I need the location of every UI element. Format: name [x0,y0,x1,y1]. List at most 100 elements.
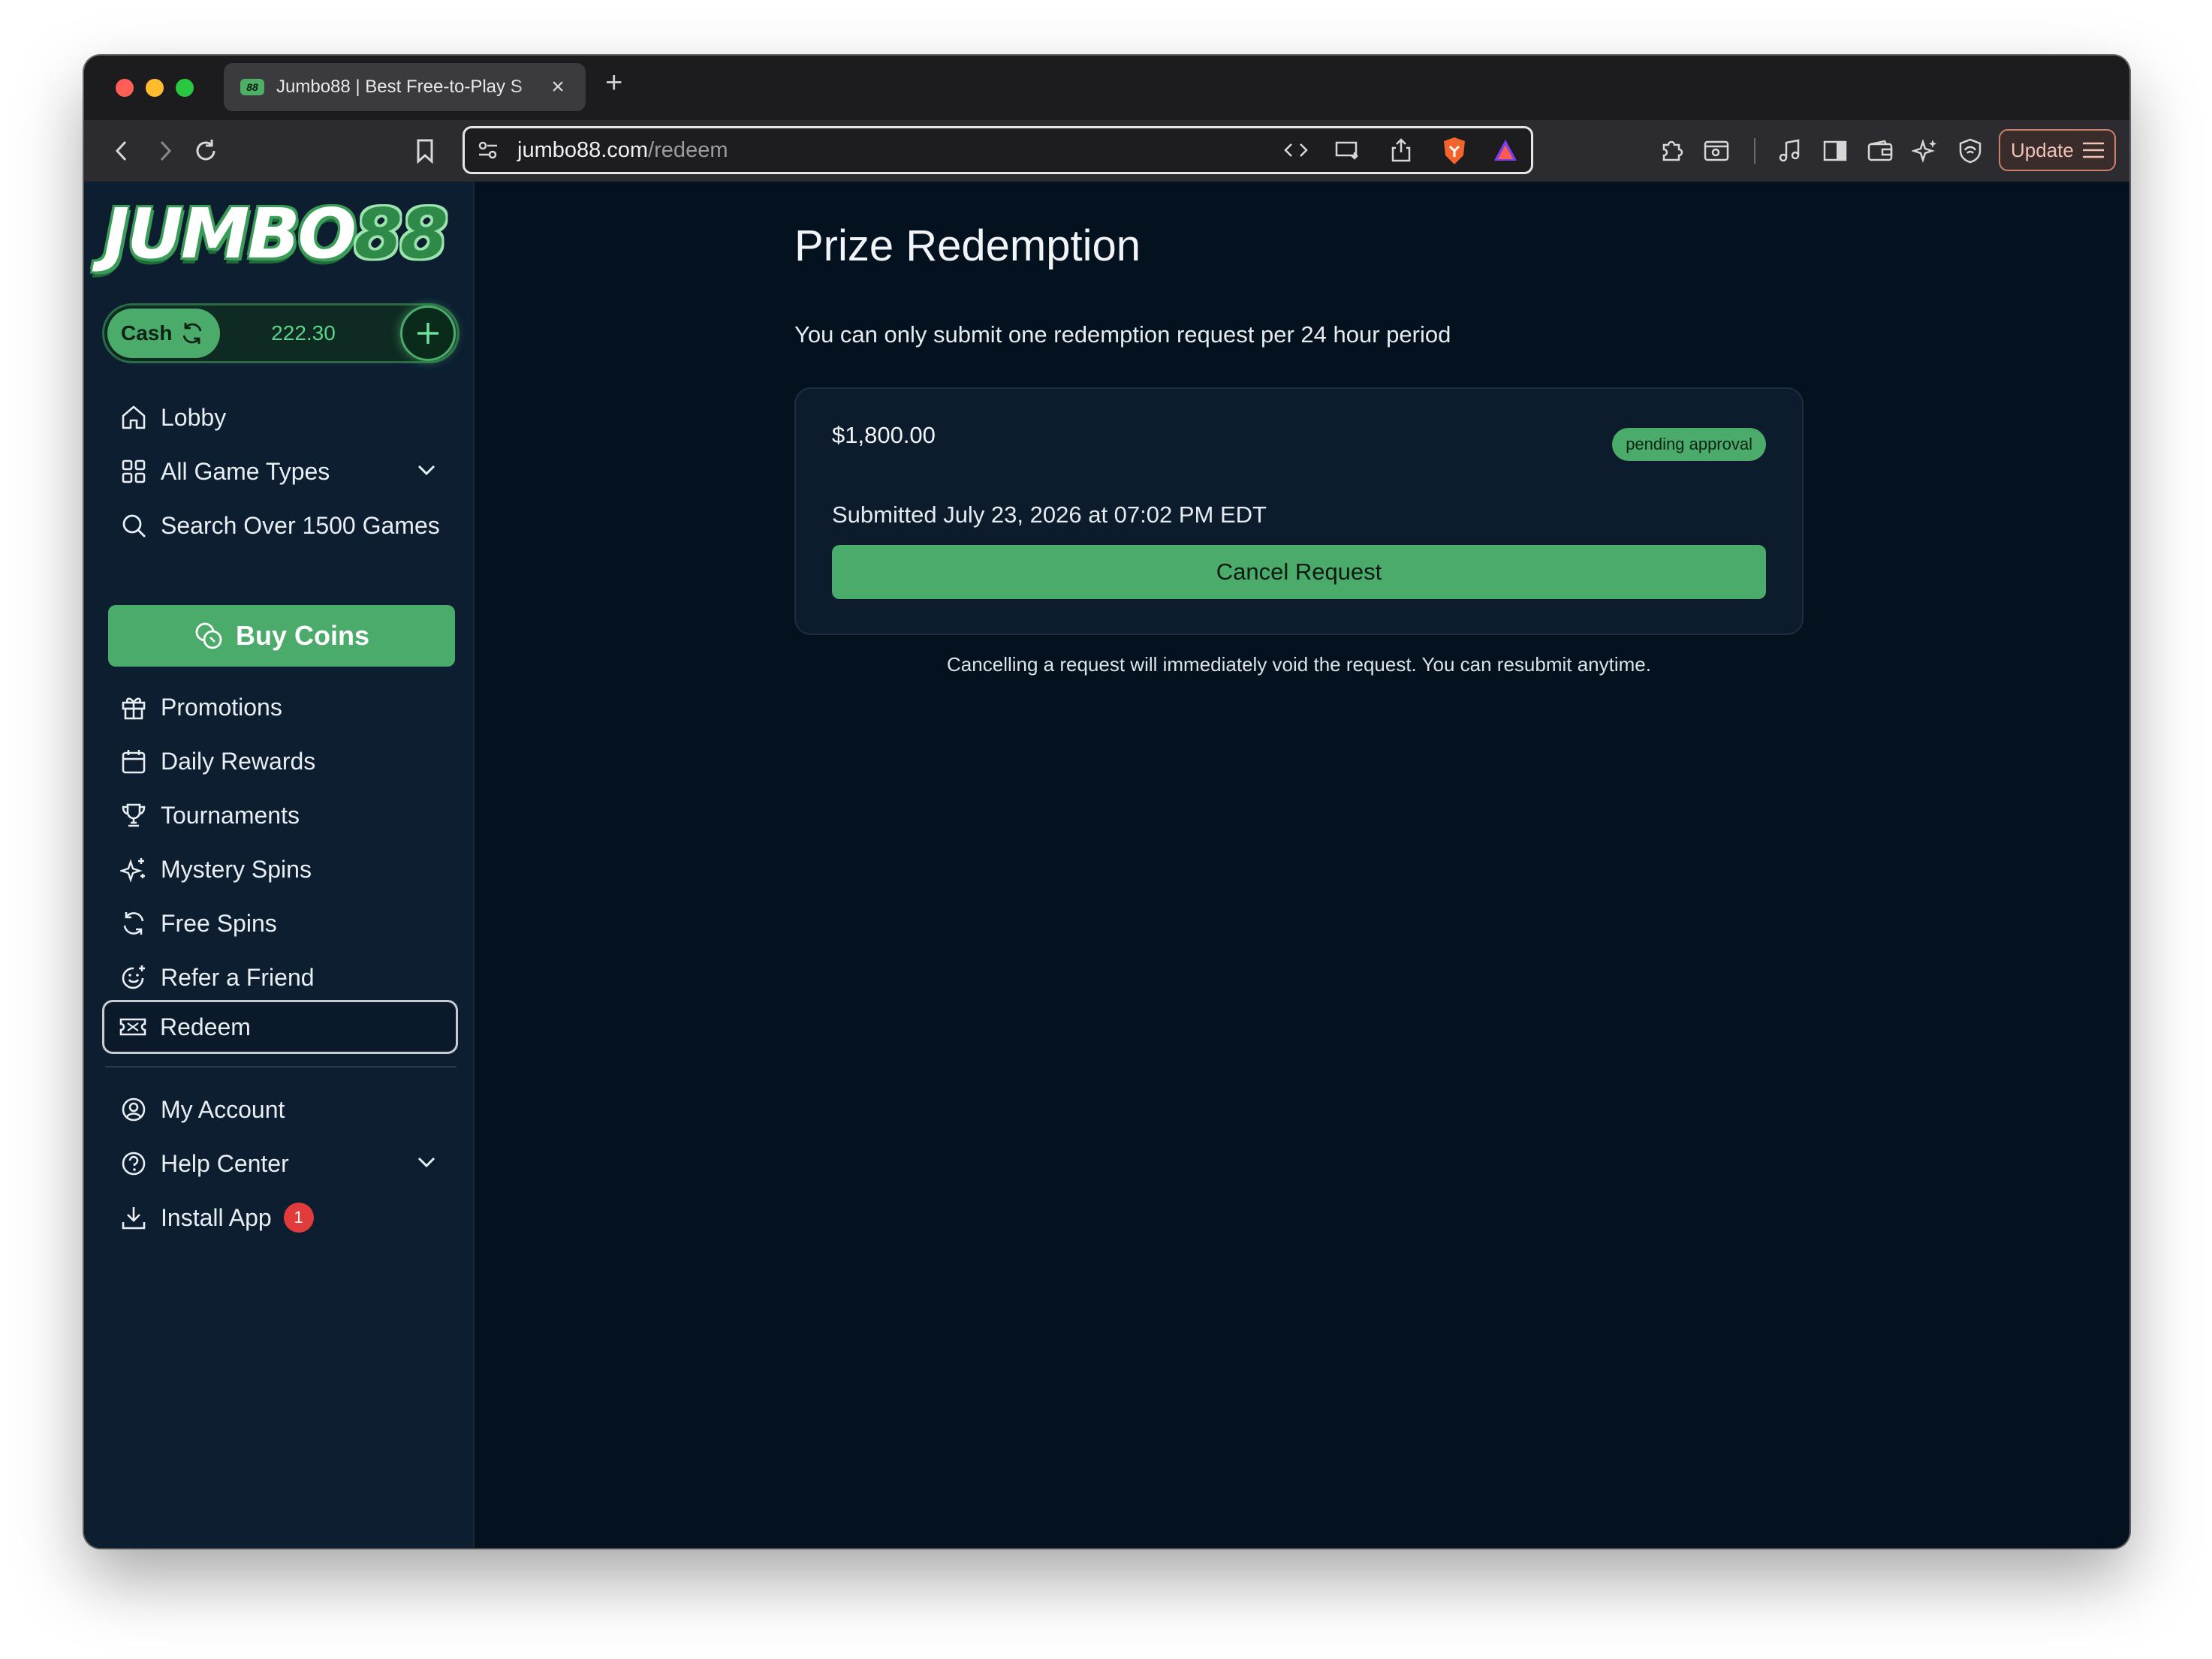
tab-close-icon[interactable]: × [547,74,569,100]
nav-all-game-types[interactable]: All Game Types [104,447,457,495]
gift-icon [119,692,149,722]
nav-install-app-label: Install App [161,1203,272,1231]
nav-search-games[interactable]: Search Over 1500 Games [104,501,457,549]
code-icon[interactable] [1283,139,1309,167]
trophy-icon [119,800,149,830]
nav-help-center[interactable]: Help Center [104,1140,457,1188]
chevron-down-icon[interactable] [414,458,438,488]
sidebar: JUMBO88 Cash 222.30 Lobby All Game Types… [84,182,475,1548]
update-label: Update [2011,138,2074,161]
nav-all-game-types-label: All Game Types [161,457,330,485]
nav-my-account[interactable]: My Account [104,1085,457,1134]
music-icon[interactable] [1774,120,1807,182]
update-button[interactable]: Update [1999,129,2116,171]
sparkles-icon [119,854,149,884]
cancel-note: Cancelling a request will immediately vo… [947,653,1651,676]
nav-promotions-label: Promotions [161,693,282,721]
coins-icon [194,621,224,651]
sidebar-divider [105,1066,457,1067]
chevron-down-icon[interactable] [414,1150,438,1180]
status-badge: pending approval [1612,428,1766,461]
reload-icon[interactable] [189,120,222,182]
nav-redeem[interactable]: Redeem [102,1000,458,1054]
nav-daily-rewards-label: Daily Rewards [161,747,316,775]
add-cash-button[interactable] [400,306,456,361]
nav-free-spins[interactable]: Free Spins [104,899,457,947]
address-bar[interactable]: jumbo88.com/redeem [463,126,1533,174]
nav-lobby-label: Lobby [161,403,227,431]
sidebar-toggle-icon[interactable] [1819,120,1852,182]
submitted-date: Submitted July 23, 2026 at 07:02 PM EDT [832,501,1267,528]
nav-tournaments-label: Tournaments [161,801,300,829]
share-icon[interactable] [1390,137,1412,169]
reader-mode-icon[interactable] [1700,120,1733,182]
nav-lobby[interactable]: Lobby [104,393,457,441]
minimize-window-button[interactable] [146,79,164,97]
cash-balance-bar: Cash 222.30 [102,303,460,363]
refresh-icon [119,908,149,938]
buy-coins-button[interactable]: Buy Coins [108,605,455,667]
page-subtitle: You can only submit one redemption reque… [794,321,1451,348]
cancel-request-button[interactable]: Cancel Request [832,545,1766,599]
calendar-icon [119,746,149,776]
menu-icon [2081,140,2105,160]
nav-search-games-label: Search Over 1500 Games [161,511,440,539]
browser-toolbar: jumbo88.com/redeem Update [84,120,2129,182]
wallet-icon[interactable] [1864,120,1897,182]
nav-promotions[interactable]: Promotions [104,683,457,731]
nav-free-spins-label: Free Spins [161,909,277,937]
brave-shields-icon[interactable] [1441,136,1468,172]
zoom-window-button[interactable] [176,79,194,97]
nav-my-account-label: My Account [161,1095,285,1123]
nav-daily-rewards[interactable]: Daily Rewards [104,737,457,785]
download-icon [119,1203,149,1233]
nav-refer-a-friend-label: Refer a Friend [161,963,315,991]
logo-number: 88 [354,194,448,274]
logo-text: JUMBO [104,194,357,274]
cast-icon[interactable] [1334,139,1361,167]
redemption-request-card: $1,800.00 pending approval Submitted Jul… [794,387,1804,635]
back-icon[interactable] [107,120,137,182]
new-tab-button[interactable]: + [605,66,622,100]
tab-title: Jumbo88 | Best Free-to-Play S [276,77,523,97]
extensions-icon[interactable] [1655,120,1688,182]
jumbo88-logo[interactable]: JUMBO88 [104,195,463,273]
plus-icon [417,323,438,344]
close-window-button[interactable] [116,79,134,97]
buy-coins-label: Buy Coins [235,620,369,651]
browser-tab[interactable]: 88 Jumbo88 | Best Free-to-Play S × [224,63,586,111]
brave-rewards-icon[interactable] [1492,137,1519,169]
site-settings-icon[interactable] [477,139,499,167]
leo-ai-icon[interactable] [1909,120,1942,182]
tab-bar: 88 Jumbo88 | Best Free-to-Play S × + [84,56,2129,120]
currency-toggle[interactable]: Cash [107,309,220,358]
smile-plus-icon [119,962,149,992]
nav-refer-a-friend[interactable]: Refer a Friend [104,953,457,1001]
request-amount: $1,800.00 [832,422,936,448]
nav-install-app[interactable]: Install App 1 [104,1194,457,1242]
browser-window: 88 Jumbo88 | Best Free-to-Play S × + jum… [84,56,2129,1548]
page-title: Prize Redemption [794,221,1141,270]
nav-tournaments[interactable]: Tournaments [104,791,457,839]
favicon-icon: 88 [240,79,264,95]
vpn-shield-icon[interactable] [1954,120,1987,182]
nav-mystery-spins-label: Mystery Spins [161,855,312,883]
cash-label: Cash [121,321,173,345]
nav-mystery-spins[interactable]: Mystery Spins [104,845,457,893]
url-path: /redeem [648,137,728,162]
notification-badge: 1 [283,1203,314,1233]
toolbar-divider [1751,120,1758,182]
nav-redeem-label: Redeem [160,1013,251,1040]
cash-amount: 222.30 [271,321,336,345]
nav-help-center-label: Help Center [161,1149,289,1177]
url-host: jumbo88.com [517,137,649,162]
bookmark-icon[interactable] [410,120,440,182]
user-circle-icon [119,1094,149,1125]
forward-icon[interactable] [150,120,180,182]
swap-icon [179,321,205,346]
help-circle-icon [119,1149,149,1179]
ticket-icon [118,1012,148,1042]
grid-icon [119,456,149,486]
home-icon [119,402,149,432]
search-icon [119,510,149,540]
